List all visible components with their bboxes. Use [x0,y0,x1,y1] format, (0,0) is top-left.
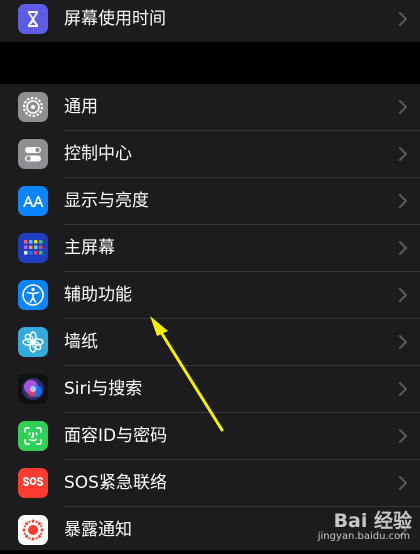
settings-row-label: 屏幕使用时间 [64,9,166,29]
siri-icon [18,374,48,404]
gear-icon [18,92,48,122]
chevron-right-icon [399,523,407,537]
chevron-right-icon [399,194,407,208]
settings-row-wallpaper[interactable]: 墙纸 [0,319,420,366]
chevron-right-icon [399,382,407,396]
chevron-right-icon [399,288,407,302]
toggles-icon [18,139,48,169]
section-gap [0,42,420,84]
chevron-right-icon [399,335,407,349]
chevron-right-icon [399,476,407,490]
accessibility-icon [18,280,48,310]
hourglass-icon [18,4,48,34]
settings-row-label: 通用 [64,97,98,117]
settings-row-display-brightness[interactable]: 显示与亮度 [0,178,420,225]
settings-row-home-screen[interactable]: 主屏幕 [0,225,420,272]
settings-row-accessibility[interactable]: 辅助功能 [0,272,420,319]
settings-row-screen-time[interactable]: 屏幕使用时间 [0,0,420,43]
aa-text-icon [18,186,48,216]
face-id-icon [18,421,48,451]
settings-row-label: 控制中心 [64,144,132,164]
settings-row-label: 面容ID与密码 [64,426,168,446]
settings-row-label: 显示与亮度 [64,191,149,211]
settings-row-label: 墙纸 [64,332,98,352]
settings-group-general: 通用 控制中心 显示与亮度 主屏幕 辅助功能 墙纸 Siri与搜索 面容ID与密… [0,84,420,550]
settings-group-screen-time: 屏幕使用时间 [0,0,420,42]
chevron-right-icon [399,241,407,255]
settings-row-label: 暴露通知 [64,520,132,540]
flower-icon [18,327,48,357]
settings-row-control-center[interactable]: 控制中心 [0,131,420,178]
settings-row-emergency-sos[interactable]: SOS紧急联络 [0,460,420,507]
settings-row-label: Siri与搜索 [64,379,143,399]
settings-row-label: 辅助功能 [64,285,132,305]
settings-row-general[interactable]: 通用 [0,84,420,131]
chevron-right-icon [399,12,407,26]
sos-icon [18,468,48,498]
chevron-right-icon [399,429,407,443]
chevron-right-icon [399,100,407,114]
settings-row-label: SOS紧急联络 [64,473,167,493]
settings-row-siri-search[interactable]: Siri与搜索 [0,366,420,413]
chevron-right-icon [399,147,407,161]
exposure-icon [18,515,48,545]
settings-row-face-id[interactable]: 面容ID与密码 [0,413,420,460]
settings-row-label: 主屏幕 [64,238,115,258]
app-grid-icon [18,233,48,263]
settings-row-exposure-notifications[interactable]: 暴露通知 [0,507,420,554]
